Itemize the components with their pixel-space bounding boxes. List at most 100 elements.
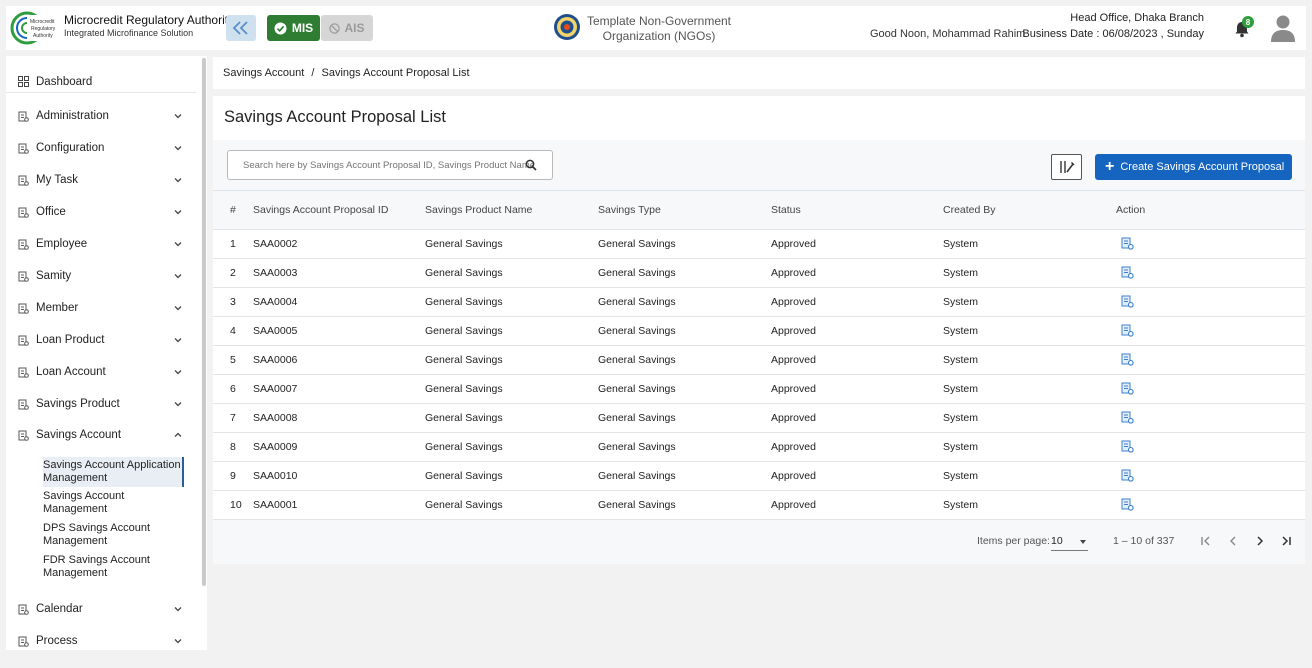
cell-created-by: System <box>943 470 979 482</box>
cell-product-name: General Savings <box>425 412 503 424</box>
cell-proposal-id: SAA0010 <box>253 470 298 482</box>
table-row: 5 SAA0006 General Savings General Savings Ap… <box>213 346 1305 375</box>
cell-product-name: General Savings <box>425 470 503 482</box>
sidebar-item-loan-account[interactable]: Loan Account <box>6 361 196 383</box>
sidebar-sub-label: Savings Account Management <box>43 490 125 515</box>
sidebar-item-label: My Task <box>36 174 78 186</box>
svg-text:Microcredit: Microcredit <box>30 19 55 25</box>
svg-text:Authority: Authority <box>33 33 53 39</box>
ais-button[interactable]: AIS <box>321 15 373 41</box>
sidebar-item-office[interactable]: Office <box>6 201 196 223</box>
table-row: 1 SAA0002 General Savings General Savings Ap… <box>213 230 1305 259</box>
next-page-button[interactable] <box>1251 532 1269 550</box>
sidebar-scrollbar[interactable] <box>202 58 206 586</box>
create-savings-account-proposal-button[interactable]: + Create Savings Account Proposal <box>1095 154 1292 180</box>
column-header-product-name[interactable]: Savings Product Name <box>425 204 532 216</box>
sidebar-item-loan-product[interactable]: Loan Product <box>6 329 196 351</box>
sidebar-sub-fdr-savings-account[interactable]: FDR Savings Account Management <box>43 554 184 580</box>
items-per-page-label: Items per page: <box>977 535 1050 547</box>
view-details-icon[interactable] <box>1121 498 1134 511</box>
cell-status: Approved <box>771 441 816 453</box>
paginator: Items per page: 10 1 – 10 of 337 <box>213 520 1305 564</box>
cell-product-name: General Savings <box>425 238 503 250</box>
samity-icon <box>17 270 29 282</box>
previous-page-button[interactable] <box>1224 532 1242 550</box>
cell-index: 7 <box>230 412 236 424</box>
sidebar-item-label: Employee <box>36 238 88 250</box>
sidebar-item-samity[interactable]: Samity <box>6 265 196 287</box>
sidebar-sub-savings-account-application[interactable]: Savings Account Application Management <box>43 457 184 487</box>
loan-account-icon <box>17 366 29 378</box>
column-header-created-by[interactable]: Created By <box>943 204 996 216</box>
table-header: # Savings Account Proposal ID Savings Pr… <box>213 190 1305 230</box>
employee-icon <box>17 238 29 250</box>
breadcrumb-parent[interactable]: Savings Account <box>223 67 304 79</box>
cell-savings-type: General Savings <box>598 470 676 482</box>
sidebar-item-savings-product[interactable]: Savings Product <box>6 393 196 415</box>
sidebar-item-member[interactable]: Member <box>6 297 196 319</box>
savings-product-icon <box>17 398 29 410</box>
cell-savings-type: General Savings <box>598 354 676 366</box>
collapse-sidebar-button[interactable] <box>226 15 256 41</box>
check-circle-icon <box>274 22 287 34</box>
chevron-down-icon <box>172 238 184 250</box>
column-settings-button[interactable] <box>1051 154 1082 180</box>
cell-created-by: System <box>943 441 979 453</box>
table-row: 10 SAA0001 General Savings General Savings A… <box>213 491 1305 520</box>
view-details-icon[interactable] <box>1121 411 1134 424</box>
items-per-page-select[interactable]: 10 <box>1051 533 1088 551</box>
cell-product-name: General Savings <box>425 441 503 453</box>
sidebar-item-employee[interactable]: Employee <box>6 233 196 255</box>
cell-product-name: General Savings <box>425 383 503 395</box>
search-icon[interactable] <box>525 159 537 171</box>
double-chevron-left-icon <box>232 21 248 35</box>
task-icon <box>17 174 29 186</box>
column-header-proposal-id[interactable]: Savings Account Proposal ID <box>253 204 388 216</box>
cell-created-by: System <box>943 412 979 424</box>
mis-label: MIS <box>291 21 314 35</box>
mra-logo: Microcredit Regulatory Authority <box>10 11 60 45</box>
sidebar-sub-savings-account-management[interactable]: Savings Account Management <box>43 490 184 516</box>
sidebar-item-calendar[interactable]: Calendar <box>6 598 196 620</box>
table-row: 3 SAA0004 General Savings General Savings Ap… <box>213 288 1305 317</box>
sidebar-item-process[interactable]: Process <box>6 630 196 650</box>
chevron-left-icon <box>1230 536 1236 546</box>
sidebar-item-administration[interactable]: Administration <box>6 105 196 127</box>
sidebar-item-configuration[interactable]: Configuration <box>6 137 196 159</box>
org-subtitle: Integrated Microfinance Solution <box>64 28 194 38</box>
chevron-down-icon <box>172 603 184 615</box>
view-details-icon[interactable] <box>1121 237 1134 250</box>
view-details-icon[interactable] <box>1121 295 1134 308</box>
loan-product-icon <box>17 334 29 346</box>
last-page-button[interactable] <box>1277 532 1295 550</box>
business-date: Business Date : 06/08/2023 , Sunday <box>1022 28 1204 40</box>
sidebar-sub-dps-savings-account[interactable]: DPS Savings Account Management <box>43 522 184 548</box>
sidebar-item-savings-account[interactable]: Savings Account <box>6 424 196 446</box>
cell-index: 3 <box>230 296 236 308</box>
cell-created-by: System <box>943 238 979 250</box>
sidebar-item-dashboard[interactable]: Dashboard <box>6 71 196 93</box>
cell-savings-type: General Savings <box>598 412 676 424</box>
cell-index: 4 <box>230 325 236 337</box>
chevron-down-icon <box>172 174 184 186</box>
view-details-icon[interactable] <box>1121 440 1134 453</box>
column-edit-icon <box>1059 161 1074 173</box>
cell-status: Approved <box>771 238 816 250</box>
sidebar-item-my-task[interactable]: My Task <box>6 169 196 191</box>
view-details-icon[interactable] <box>1121 353 1134 366</box>
sidebar-sub-label: FDR Savings Account Management <box>43 554 150 579</box>
user-avatar[interactable] <box>1270 14 1296 42</box>
search-input[interactable] <box>243 151 533 179</box>
cell-proposal-id: SAA0005 <box>253 325 298 337</box>
column-header-savings-type[interactable]: Savings Type <box>598 204 661 216</box>
first-page-button[interactable] <box>1197 532 1215 550</box>
mis-button[interactable]: MIS <box>267 15 320 41</box>
cell-proposal-id: SAA0009 <box>253 441 298 453</box>
view-details-icon[interactable] <box>1121 469 1134 482</box>
view-details-icon[interactable] <box>1121 266 1134 279</box>
column-header-status[interactable]: Status <box>771 204 801 216</box>
table-row: 4 SAA0005 General Savings General Savings Ap… <box>213 317 1305 346</box>
view-details-icon[interactable] <box>1121 382 1134 395</box>
view-details-icon[interactable] <box>1121 324 1134 337</box>
cell-index: 9 <box>230 470 236 482</box>
